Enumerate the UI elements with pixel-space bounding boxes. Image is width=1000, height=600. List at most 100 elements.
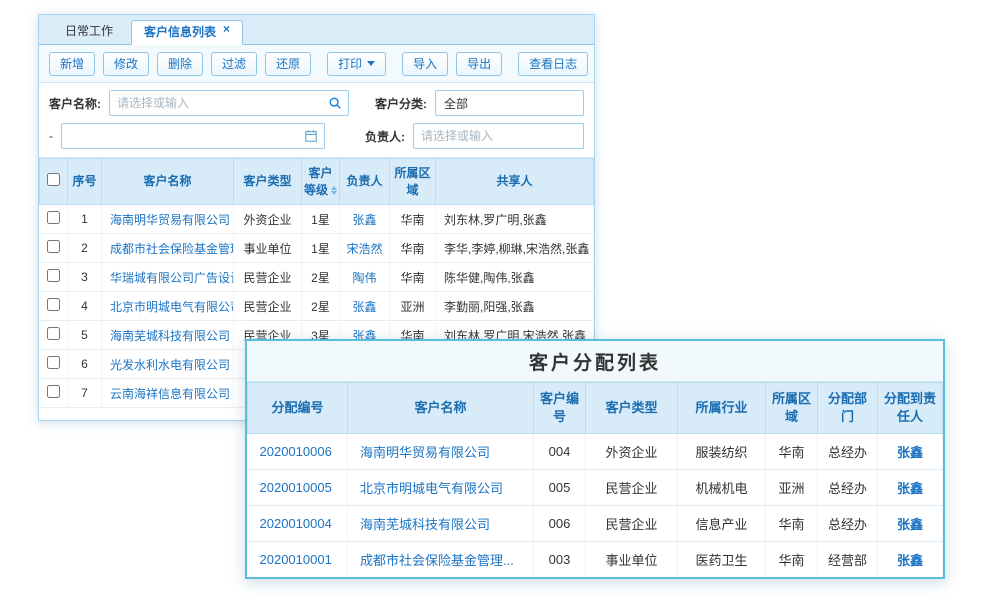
region-cell: 华南 [766,542,818,578]
customer-category-value: 全部 [444,95,468,112]
table-row[interactable]: 4 北京市明城电气有限公司 民营企业 2星 张鑫 亚洲 李勤丽,阳强,张鑫 [40,292,594,321]
row-no: 3 [68,263,102,292]
customer-name-link[interactable]: 北京市明城电气有限公司 [110,300,234,314]
customer-category-label: 客户分类: [375,95,427,112]
row-checkbox-cell [40,321,68,350]
owner-link[interactable]: 张鑫 [352,300,376,314]
table-row[interactable]: 2020010006 海南明华贸易有限公司 004 外资企业 服装纺织 华南 总… [248,434,943,470]
customer-category-select[interactable]: 全部 [435,90,584,116]
row-checkbox-cell [40,205,68,234]
customer-level-cell: 2星 [302,263,340,292]
assignee-link[interactable]: 张鑫 [897,481,923,496]
owner-link[interactable]: 张鑫 [352,213,376,227]
alloc-no-link[interactable]: 2020010004 [260,516,332,531]
col-customer-name: 客户名称 [348,383,534,434]
add-button[interactable]: 新增 [49,52,95,76]
owner-link[interactable]: 宋浩然 [346,242,382,256]
tab-daily-work[interactable]: 日常工作 [53,19,125,44]
owner-link[interactable]: 陶伟 [352,271,376,285]
owner-cell: 陶伟 [340,263,390,292]
region-cell: 华南 [766,506,818,542]
calendar-icon[interactable] [298,129,324,143]
col-customer-level: 客户等级 [302,159,340,205]
customer-name-link[interactable]: 成都市社会保险基金管理... [110,242,234,256]
restore-button[interactable]: 还原 [265,52,311,76]
row-checkbox-cell [40,263,68,292]
filter-button[interactable]: 过滤 [211,52,257,76]
row-no: 5 [68,321,102,350]
alloc-no-cell: 2020010001 [248,542,348,578]
customer-name-cell: 海南明华贸易有限公司 [348,434,534,470]
tab-label: 客户信息列表 [144,20,216,45]
view-log-button[interactable]: 查看日志 [518,52,588,76]
import-button[interactable]: 导入 [402,52,448,76]
row-no: 6 [68,350,102,379]
alloc-no-cell: 2020010006 [248,434,348,470]
search-icon[interactable] [322,96,348,110]
row-no: 4 [68,292,102,321]
table-row[interactable]: 2020010001 成都市社会保险基金管理... 003 事业单位 医药卫生 … [248,542,943,578]
customer-name-link[interactable]: 海南明华贸易有限公司 [110,213,230,227]
row-checkbox[interactable] [47,298,60,311]
row-checkbox[interactable] [47,269,60,282]
col-no: 序号 [68,159,102,205]
row-checkbox[interactable] [47,240,60,253]
customer-level-cell: 1星 [302,234,340,263]
row-checkbox[interactable] [47,385,60,398]
select-all-checkbox[interactable] [47,173,60,186]
tab-customer-info-list[interactable]: 客户信息列表 × [131,20,243,45]
region-cell: 亚洲 [390,292,436,321]
customer-name-link[interactable]: 华瑞城有限公司广告设计部 [110,271,234,285]
col-customer-level-label: 客户等级 [304,166,333,196]
customer-name-link[interactable]: 北京市明城电气有限公司 [360,481,503,496]
allocation-table: 分配编号 客户名称 客户编号 客户类型 所属行业 所属区域 分配部门 分配到责任… [247,382,943,578]
assignee-link[interactable]: 张鑫 [897,553,923,568]
customer-type-cell: 事业单位 [586,542,678,578]
dept-cell: 总经办 [818,434,878,470]
alloc-no-link[interactable]: 2020010001 [260,552,332,567]
print-label: 打印 [338,55,362,72]
customer-type-cell: 民营企业 [234,292,302,321]
table-row[interactable]: 2 成都市社会保险基金管理... 事业单位 1星 宋浩然 华南 李华,李婷,柳琳… [40,234,594,263]
desktop-canvas: 日常工作 客户信息列表 × 新增 修改 删除 过滤 还原 打印 导入 导出 查看… [0,0,1000,600]
owner-input[interactable] [414,129,583,143]
row-checkbox[interactable] [47,211,60,224]
customer-name-label: 客户名称: [49,95,101,112]
table-row[interactable]: 2020010005 北京市明城电气有限公司 005 民营企业 机械机电 亚洲 … [248,470,943,506]
assignee-link[interactable]: 张鑫 [897,517,923,532]
table-row[interactable]: 1 海南明华贸易有限公司 外资企业 1星 张鑫 华南 刘东林,罗广明,张鑫 [40,205,594,234]
customer-name-link[interactable]: 云南海祥信息有限公司 [110,387,230,401]
customer-name-link[interactable]: 光发水利水电有限公司 [110,358,230,372]
region-cell: 华南 [766,434,818,470]
assignee-link[interactable]: 张鑫 [897,445,923,460]
customer-name-link[interactable]: 海南芜城科技有限公司 [110,329,230,343]
customer-name-link[interactable]: 海南明华贸易有限公司 [360,445,490,460]
dept-cell: 经营部 [818,542,878,578]
industry-cell: 医药卫生 [678,542,766,578]
customer-name-cell: 华瑞城有限公司广告设计部 [102,263,234,292]
edit-button[interactable]: 修改 [103,52,149,76]
region-cell: 华南 [390,205,436,234]
tab-label: 日常工作 [65,24,113,38]
sort-icon[interactable] [331,186,337,195]
row-checkbox[interactable] [47,327,60,340]
customer-name-link[interactable]: 成都市社会保险基金管理... [360,553,514,568]
export-button[interactable]: 导出 [456,52,502,76]
filter-row-2: - 负责人: [49,123,584,149]
print-button[interactable]: 打印 [327,52,386,76]
delete-button[interactable]: 删除 [157,52,203,76]
customer-name-input[interactable] [110,96,322,110]
customer-name-link[interactable]: 海南芜城科技有限公司 [360,517,490,532]
alloc-no-link[interactable]: 2020010006 [260,444,332,459]
row-checkbox[interactable] [47,356,60,369]
col-industry: 所属行业 [678,383,766,434]
table-row[interactable]: 2020010004 海南芜城科技有限公司 006 民营企业 信息产业 华南 总… [248,506,943,542]
date-input[interactable] [62,129,298,143]
filter-area: 客户名称: 客户分类: 全部 - [39,83,594,158]
close-icon[interactable]: × [223,23,230,35]
alloc-no-link[interactable]: 2020010005 [260,480,332,495]
alloc-no-cell: 2020010004 [248,506,348,542]
customer-name-input-wrap [109,90,349,116]
table-row[interactable]: 3 华瑞城有限公司广告设计部 民营企业 2星 陶伟 华南 陈华健,陶伟,张鑫 [40,263,594,292]
col-region: 所属区域 [390,159,436,205]
